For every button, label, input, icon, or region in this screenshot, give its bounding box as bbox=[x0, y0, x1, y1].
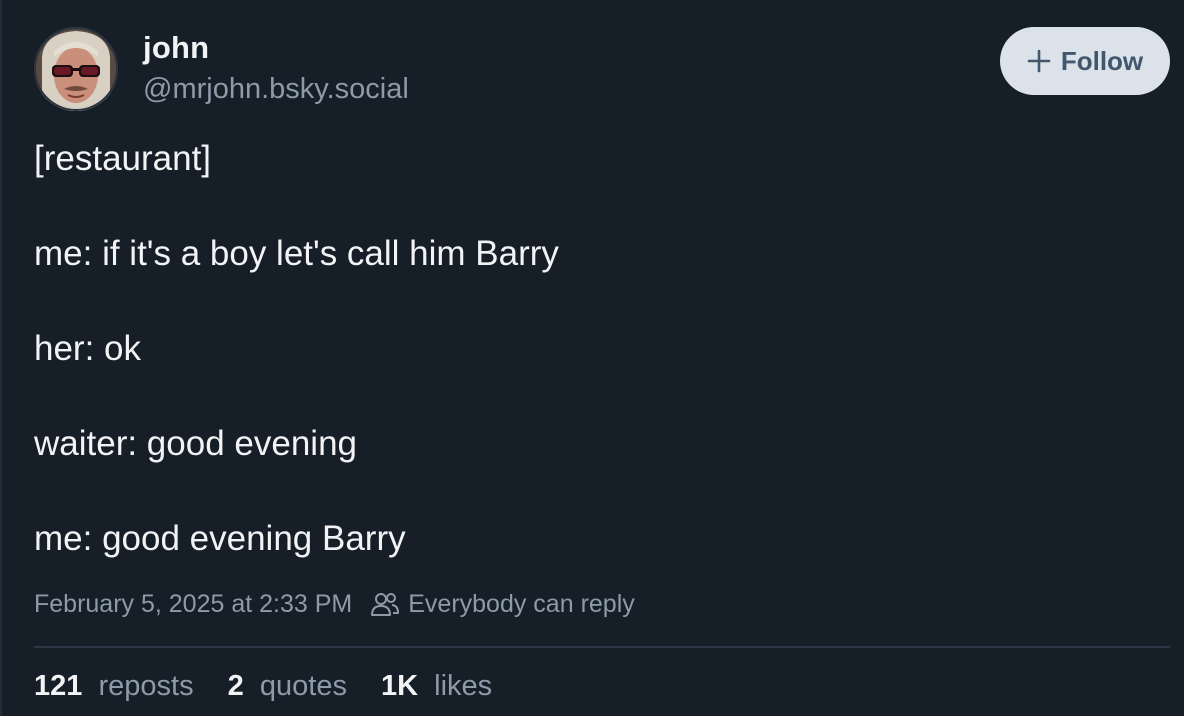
post-line: [restaurant] bbox=[34, 139, 212, 178]
reposts-label: reposts bbox=[90, 670, 194, 702]
post-stats: 121 reposts 2 quotes 1K likes bbox=[34, 670, 526, 703]
quotes-label: quotes bbox=[251, 670, 347, 702]
plus-icon bbox=[1027, 49, 1051, 73]
post-line: waiter: good evening bbox=[34, 424, 357, 463]
quotes-count: 2 bbox=[227, 670, 244, 702]
likes-count: 1K bbox=[380, 670, 419, 702]
divider bbox=[34, 646, 1170, 648]
reply-setting-label: Everybody can reply bbox=[408, 590, 635, 618]
post-line: her: ok bbox=[34, 329, 141, 368]
post-line: me: if it's a boy let's call him Barry bbox=[34, 234, 559, 273]
quotes-stat[interactable]: 2 quotes bbox=[228, 670, 347, 703]
avatar[interactable] bbox=[34, 27, 118, 111]
likes-label: likes bbox=[426, 670, 493, 702]
post-timestamp[interactable]: February 5, 2025 at 2:33 PM bbox=[34, 590, 352, 619]
follow-button[interactable]: Follow bbox=[1000, 27, 1170, 95]
avatar-image bbox=[34, 27, 118, 111]
left-border bbox=[0, 0, 2, 716]
reposts-count: 121 bbox=[34, 670, 83, 702]
post-line: me: good evening Barry bbox=[34, 519, 406, 558]
author-handle[interactable]: @mrjohn.bsky.social bbox=[143, 73, 409, 106]
follow-button-label: Follow bbox=[1060, 45, 1144, 76]
reply-setting: Everybody can reply bbox=[370, 590, 635, 619]
reposts-stat[interactable]: 121 reposts bbox=[34, 670, 194, 703]
likes-stat[interactable]: 1K likes bbox=[381, 670, 492, 703]
people-icon bbox=[370, 591, 400, 619]
post-meta: February 5, 2025 at 2:33 PM Everybody ca… bbox=[34, 590, 635, 619]
post-card: john @mrjohn.bsky.social Follow [restaur… bbox=[0, 0, 1184, 716]
post-text: [restaurant] me: if it's a boy let's cal… bbox=[34, 135, 1154, 610]
author-display-name[interactable]: john bbox=[143, 30, 209, 66]
